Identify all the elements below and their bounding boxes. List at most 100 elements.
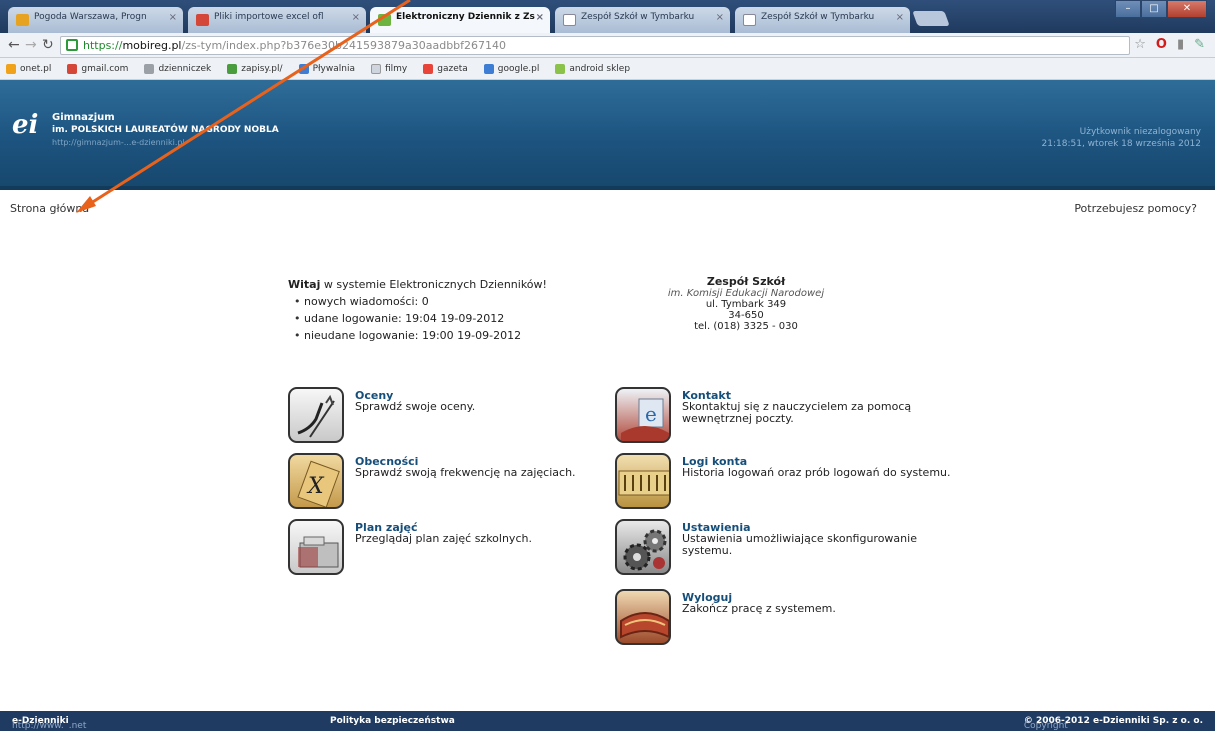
new-tab-button[interactable] <box>912 11 950 26</box>
school-name: im. POLSKICH LAUREATÓW NAGRODY NOBLA <box>52 125 279 135</box>
tab-close-icon[interactable]: × <box>352 12 360 23</box>
gmail-icon <box>196 14 209 26</box>
module-description: Historia logowań oraz prób logowań do sy… <box>682 466 951 479</box>
page-icon <box>563 14 576 26</box>
current-datetime: 21:18:51, wtorek 18 września 2012 <box>1041 139 1201 149</box>
page-footer: http://www. e-Dzienniki .net Polityka bezp… <box>0 711 1215 731</box>
module-kontakt[interactable]: e Kontakt Skontaktuj się z nauczycielem … <box>615 387 955 445</box>
tab-close-icon[interactable]: × <box>169 12 177 23</box>
page-icon <box>144 63 155 74</box>
tab-label: Pliki importowe excel ofl <box>214 12 324 22</box>
bookmark-google[interactable]: google.pl <box>483 63 539 74</box>
school-street: ul. Tymbark 349 <box>705 299 787 310</box>
user-status: Użytkownik niezalogowany 21:18:51, wtore… <box>1042 126 1201 150</box>
security-policy-link[interactable]: Polityka bezpieczeństwa <box>330 716 455 726</box>
welcome-panel: Witaj w systemie Elektronicznych Dzienni… <box>288 276 578 344</box>
minimize-button[interactable]: – <box>1115 0 1141 18</box>
bookmark-android[interactable]: android sklep <box>555 63 630 74</box>
browser-toolbar: ← → ↻ https://mobireg.pl/zs-tym/index.ph… <box>0 33 1215 58</box>
gmail-icon <box>67 63 78 74</box>
module-plan[interactable]: Plan zajęć Przeglądaj plan zajęć szkolny… <box>288 519 628 577</box>
attendance-x-icon[interactable]: X <box>288 453 344 509</box>
browser-tab-strip: Pogoda Warszawa, Progn × Pliki importowe… <box>0 0 1215 33</box>
module-description: Przeglądaj plan zajęć szkolnych. <box>355 532 532 545</box>
module-description: Skontaktuj się z nauczycielem za pomocą … <box>682 400 912 425</box>
bookmark-gazeta[interactable]: gazeta <box>423 63 468 74</box>
maximize-button[interactable]: □ <box>1141 0 1167 18</box>
browser-tab-2[interactable]: Pliki importowe excel ofl × <box>188 7 366 33</box>
module-description: Sprawdź swoje oceny. <box>355 400 476 413</box>
school-org-name: Zespół Szkół <box>706 275 786 288</box>
settings-gears-icon[interactable] <box>615 519 671 575</box>
bookmark-zapisy[interactable]: zapisy.pl/ <box>227 63 283 74</box>
module-description: Zakończ pracę z systemem. <box>682 602 836 615</box>
help-link[interactable]: Potrzebujesz pomocy? <box>1074 202 1197 215</box>
address-bar[interactable]: https://mobireg.pl/zs-tym/index.php?b376… <box>60 36 1130 55</box>
bookmark-star-icon[interactable]: ☆ <box>1134 37 1146 52</box>
gazeta-icon <box>423 63 434 74</box>
bookmark-gmail[interactable]: gmail.com <box>67 63 128 74</box>
bookmark-onet[interactable]: onet.pl <box>6 63 51 74</box>
school-type: Gimnazjum <box>52 112 115 123</box>
module-ustawienia[interactable]: Ustawienia Ustawienia umożliwiające skon… <box>615 519 955 577</box>
lock-icon <box>66 39 78 51</box>
close-window-button[interactable]: ✕ <box>1167 0 1207 18</box>
back-arrow-icon[interactable]: ← <box>8 37 20 53</box>
folder-icon <box>370 63 381 74</box>
ediary-favicon-icon <box>378 14 391 26</box>
school-url[interactable]: http://gimnazjum-...e-dzienniki.pl <box>52 138 185 147</box>
browser-tab-4[interactable]: Zespół Szkół w Tymbarku × <box>555 7 730 33</box>
bookmarks-bar: onet.pl gmail.com dzienniczek zapisy.pl/… <box>0 58 1215 80</box>
page-header: ei Gimnazjum im. POLSKICH LAUREATÓW NAGR… <box>0 80 1215 190</box>
copyright-text: Copyright © 2006-2012 e-Dzienniki Sp. z … <box>1023 716 1203 731</box>
module-description: Sprawdź swoją frekwencję na zajęciach. <box>355 466 576 479</box>
page-icon <box>743 14 756 26</box>
url-scheme: https:// <box>83 39 123 52</box>
tab-close-icon[interactable]: × <box>536 12 544 23</box>
module-obecnosci[interactable]: X Obecności Sprawdź swoją frekwencję na … <box>288 453 628 511</box>
window-controls: – □ ✕ <box>1115 0 1207 18</box>
wrench-icon[interactable]: ✎ <box>1194 37 1205 52</box>
weather-icon <box>16 14 29 26</box>
tab-label: Zespół Szkół w Tymbarku <box>581 12 695 22</box>
tab-close-icon[interactable]: × <box>896 12 904 23</box>
footer-site-link[interactable]: http://www. e-Dzienniki .net <box>12 716 86 731</box>
tab-label: Elektroniczny Dziennik z Zs <box>396 12 535 22</box>
opera-icon[interactable]: O <box>1156 37 1167 52</box>
last-successful-login: udane logowanie: 19:04 19-09-2012 <box>294 310 578 327</box>
tab-label: Zespół Szkół w Tymbarku <box>761 12 875 22</box>
school-patron: im. Komisji Edukacji Narodowej <box>667 288 825 299</box>
welcome-heading: Witaj w systemie Elektronicznych Dzienni… <box>288 278 547 291</box>
tab-close-icon[interactable]: × <box>716 12 724 23</box>
module-oceny[interactable]: Oceny Sprawdź swoje oceny. <box>288 387 628 445</box>
forward-arrow-icon[interactable]: → <box>25 37 37 53</box>
bookmark-plywalnia[interactable]: Pływalnia <box>298 63 355 74</box>
last-failed-login: nieudane logowanie: 19:00 19-09-2012 <box>294 327 578 344</box>
bookmark-filmy[interactable]: filmy <box>370 63 407 74</box>
pen-grades-icon[interactable] <box>288 387 344 443</box>
login-stats-list: nowych wiadomości: 0 udane logowanie: 19… <box>294 293 578 344</box>
bookmark-dzienniczek[interactable]: dzienniczek <box>144 63 211 74</box>
signal-icon[interactable]: ▮ <box>1177 37 1184 52</box>
home-link[interactable]: Strona główna <box>10 202 89 215</box>
wave-icon <box>298 63 309 74</box>
browser-tab-1[interactable]: Pogoda Warszawa, Progn × <box>8 7 183 33</box>
browser-tab-5[interactable]: Zespół Szkół w Tymbarku × <box>735 7 910 33</box>
onet-icon <box>6 63 16 74</box>
schedule-folder-icon[interactable] <box>288 519 344 575</box>
school-postal: 34-650 <box>728 310 764 321</box>
reload-icon[interactable]: ↻ <box>42 37 54 53</box>
url-host: mobireg.pl <box>122 39 182 52</box>
breadcrumb-bar: Strona główna Potrzebujesz pomocy? <box>0 196 1215 216</box>
svg-text:e: e <box>645 402 657 426</box>
ediary-logo[interactable]: ei <box>12 110 38 140</box>
log-ruler-icon[interactable] <box>615 453 671 509</box>
module-wyloguj[interactable]: Wyloguj Zakończ pracę z systemem. <box>615 589 955 647</box>
download-icon <box>227 63 238 74</box>
svg-text:X: X <box>306 474 325 499</box>
logout-door-icon[interactable] <box>615 589 671 645</box>
android-icon <box>555 63 566 74</box>
contact-mail-icon[interactable]: e <box>615 387 671 443</box>
module-logi[interactable]: Logi konta Historia logowań oraz prób lo… <box>615 453 955 511</box>
browser-tab-3-active[interactable]: Elektroniczny Dziennik z Zs × <box>370 7 550 33</box>
